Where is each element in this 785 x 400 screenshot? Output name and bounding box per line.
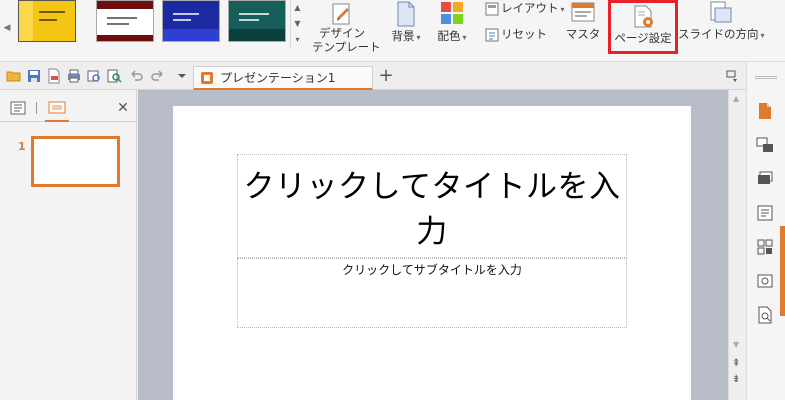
next-slide-icon[interactable]: ⇟ [732,374,740,385]
slide-direction-icon [710,1,732,23]
gallery-left-arrow-icon[interactable]: ◀ [2,16,12,40]
master-label: マスタ [565,27,601,41]
template-thumbnail-teal[interactable] [228,0,286,42]
slide-number: 1 [18,140,26,153]
right-task-sidebar [746,62,785,400]
color-scheme-button[interactable]: 配色 ▾ [432,0,472,46]
tab-label: プレゼンテーション1 [220,71,336,85]
caret-down-icon: ▾ [560,5,565,14]
gallery-scroll-buttons: ▲ ▼ ▾ [290,0,304,48]
image-icon[interactable] [756,272,774,290]
scroll-up-icon[interactable]: ▲ [733,94,739,103]
close-panel-icon[interactable]: ✕ [115,100,131,116]
slides-panel: ✕ 1 [0,90,137,400]
presentation-file-icon [201,72,213,84]
caret-down-icon: ▾ [416,33,421,42]
slide-title-text: クリックしてタイトルを入力 [243,169,621,250]
title-placeholder[interactable]: クリックしてタイトルを入力 [237,154,627,258]
panel-tabs: ✕ [0,98,137,122]
slides-view-tab[interactable] [45,98,69,122]
template-thumbnail-white-red[interactable] [96,0,154,42]
tab-list-menu-icon[interactable] [724,68,740,84]
master-button[interactable]: マスタ [565,0,601,42]
transition-icon[interactable] [756,136,774,154]
reset-button[interactable]: リセット [485,26,555,42]
slide-direction-button[interactable]: スライドの方向 ▾ [678,0,765,44]
previous-slide-icon[interactable]: ⇞ [732,358,740,369]
print-preview-icon[interactable] [86,68,102,84]
open-folder-icon[interactable] [6,68,22,84]
master-icon [571,2,595,22]
template-thumbnail-blue[interactable] [162,0,220,42]
quick-access-dropdown-icon[interactable] [174,68,190,84]
slide-direction-label: スライドの方向 [678,27,759,41]
gallery-up-icon[interactable]: ▲ [291,0,304,16]
sidebar-collapse-handle[interactable] [780,226,785,316]
background-label: 背景 [391,29,415,43]
background-button[interactable]: 背景 ▾ [385,0,427,46]
page-setup-icon [634,5,653,28]
background-icon [397,1,415,27]
color-scheme-icon [441,2,463,24]
slide-thumbnail-1[interactable] [31,136,120,187]
document-tab-bar: プレゼンテーション1 + [0,62,785,90]
slide[interactable]: クリックしてタイトルを入力 クリックしてサブタイトルを入力 [173,106,691,400]
design-template-icon [332,3,350,25]
slide-layers-icon[interactable] [756,170,774,188]
undo-icon[interactable] [128,68,144,84]
page-setup-label: ページ設定 [614,31,672,45]
properties-icon[interactable] [756,204,774,222]
slide-canvas: クリックしてタイトルを入力 クリックしてサブタイトルを入力 [138,90,728,400]
document-search-icon[interactable] [756,306,774,324]
reset-label: リセット [501,27,547,41]
design-template-label-2: テンプレート [312,40,381,54]
reset-icon [485,28,499,41]
gallery-down-icon[interactable]: ▼ [291,16,304,32]
caret-down-icon: ▾ [760,31,765,40]
design-template-label-1: デザイン [319,26,365,40]
design-ribbon: ◀ ▲ ▼ ▾ デザイン テンプレート 背景 ▾ 配色 ▾ レイアウト ▾ リセ… [0,0,785,62]
slides-view-icon [48,101,66,114]
panel-tab-separator [36,102,37,114]
sidebar-grip [755,76,777,79]
tab-presentation1[interactable]: プレゼンテーション1 [193,66,373,90]
page-setup-button[interactable]: ページ設定 [608,0,678,54]
subtitle-placeholder[interactable]: クリックしてサブタイトルを入力 [237,258,627,328]
export-pdf-icon[interactable] [46,68,62,84]
gallery-more-icon[interactable]: ▾ [291,32,304,48]
save-icon[interactable] [26,68,42,84]
canvas-vertical-scrollbar[interactable]: ▲ ▼ ⇞ ⇟ [728,90,746,400]
color-scheme-label: 配色 [437,29,461,43]
scroll-down-icon[interactable]: ▼ [733,340,739,349]
layout-label: レイアウト [501,1,559,15]
presentation-app-window: ◀ ▲ ▼ ▾ デザイン テンプレート 背景 ▾ 配色 ▾ レイアウト ▾ リセ… [0,0,785,400]
layout-button[interactable]: レイアウト ▾ [485,0,565,18]
slide-subtitle-text: クリックしてサブタイトルを入力 [342,263,522,277]
caret-down-icon: ▾ [462,33,467,42]
layout-icon [485,2,499,15]
outline-view-icon[interactable] [10,101,26,115]
find-icon[interactable] [106,68,122,84]
new-tab-plus-icon[interactable]: + [376,65,396,87]
print-icon[interactable] [66,68,82,84]
grid-layout-icon[interactable] [756,238,774,256]
template-thumbnail-yellow[interactable] [18,0,76,42]
design-template-button[interactable]: デザイン テンプレート [312,2,381,54]
new-document-icon[interactable] [756,102,774,120]
redo-icon[interactable] [150,68,166,84]
